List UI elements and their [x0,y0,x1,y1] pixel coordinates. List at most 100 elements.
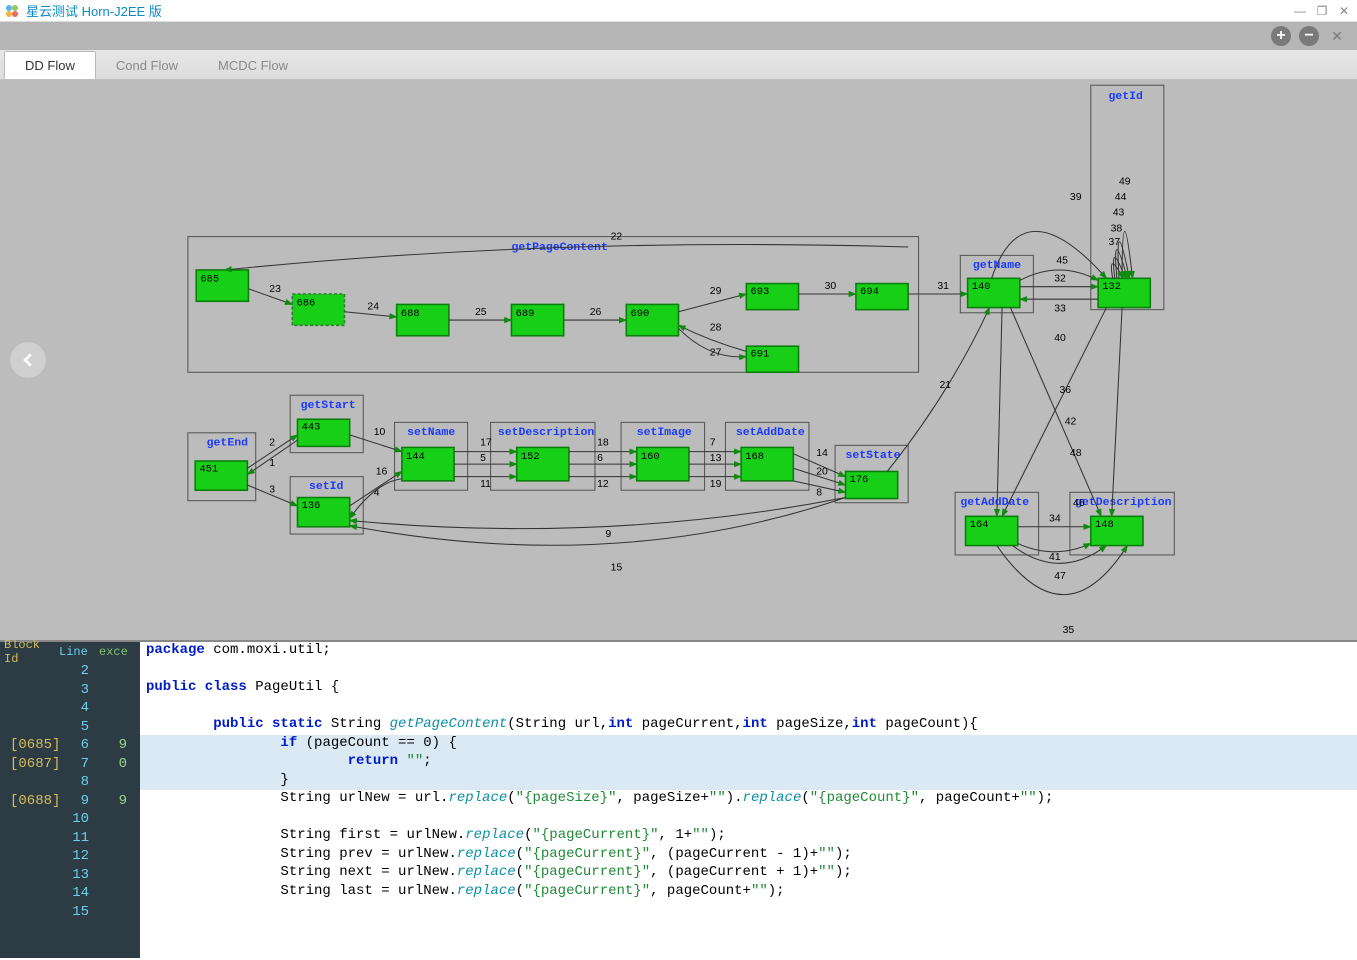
group-getstart: getStart [301,399,356,412]
node-691[interactable]: 691 [751,349,770,361]
gutter-row[interactable]: 12 [0,847,140,866]
minimize-icon[interactable]: — [1291,4,1309,18]
node-690[interactable]: 690 [630,308,649,320]
svg-text:26: 26 [590,307,602,318]
tab-mcdc-flow[interactable]: MCDC Flow [198,52,308,79]
panel-close-icon[interactable]: ✕ [1327,26,1347,46]
gutter-row[interactable]: 3 [0,681,140,700]
node-689[interactable]: 689 [516,308,535,320]
node-168[interactable]: 168 [745,451,764,463]
svg-text:3: 3 [269,484,275,495]
svg-text:45: 45 [1056,256,1068,267]
svg-text:18: 18 [597,437,609,448]
svg-text:13: 13 [710,453,722,464]
node-148[interactable]: 148 [1095,519,1114,531]
node-694[interactable]: 694 [860,286,879,298]
svg-text:48: 48 [1070,448,1082,459]
group-getdescription: getDescription [1075,496,1171,509]
gutter-header-block: Block Id [0,638,55,666]
gutter-row[interactable]: 8 [0,773,140,792]
svg-text:27: 27 [710,348,722,359]
svg-text:6: 6 [597,453,603,464]
gutter-row[interactable]: 5 [0,718,140,737]
svg-text:25: 25 [475,307,487,318]
svg-text:7: 7 [710,437,716,448]
svg-text:36: 36 [1059,385,1071,396]
node-688[interactable]: 688 [401,308,420,320]
group-setimage: setImage [637,426,692,439]
node-152[interactable]: 152 [521,451,540,463]
svg-text:43: 43 [1113,208,1125,219]
diagram-canvas[interactable]: getPageContent getId getName getEnd getS… [0,80,1357,640]
svg-text:37: 37 [1109,237,1121,248]
maximize-icon[interactable]: ❐ [1313,4,1331,18]
node-132[interactable]: 132 [1102,281,1121,293]
node-685[interactable]: 685 [200,273,219,285]
svg-text:23: 23 [269,284,281,295]
svg-text:19: 19 [710,479,722,490]
svg-text:15: 15 [611,563,623,574]
gutter-row[interactable]: 14 [0,884,140,903]
titlebar: 星云测试 Horn-J2EE 版 — ❐ ✕ [0,0,1357,22]
tab-dd-flow[interactable]: DD Flow [4,51,96,79]
svg-text:41: 41 [1049,552,1061,563]
gutter-header-exce: exce [95,645,135,659]
window-title: 星云测试 Horn-J2EE 版 [26,1,1287,20]
svg-text:28: 28 [710,323,722,334]
svg-text:12: 12 [597,479,609,490]
svg-text:22: 22 [611,232,623,243]
node-176[interactable]: 176 [850,474,869,486]
group-getend: getEnd [207,436,248,449]
tab-cond-flow[interactable]: Cond Flow [96,52,198,79]
svg-text:38: 38 [1111,223,1123,234]
svg-text:10: 10 [374,427,386,438]
gutter-row[interactable]: [0685]69 [0,736,140,755]
svg-text:47: 47 [1054,571,1066,582]
svg-text:44: 44 [1115,192,1127,203]
svg-text:17: 17 [480,437,492,448]
svg-text:30: 30 [825,281,837,292]
gutter-row[interactable]: 10 [0,810,140,829]
code-panel: Block Id Line exce 2345[0685]69[0687]708… [0,640,1357,958]
close-icon[interactable]: ✕ [1335,4,1353,18]
toolbar: + − ✕ [0,22,1357,50]
zoom-in-button[interactable]: + [1271,26,1291,46]
svg-text:40: 40 [1054,333,1066,344]
node-164[interactable]: 164 [970,519,989,531]
group-setstate: setState [845,449,900,462]
svg-text:14: 14 [816,448,828,459]
gutter-row[interactable]: [0687]70 [0,755,140,774]
zoom-out-button[interactable]: − [1299,26,1319,46]
svg-text:8: 8 [816,487,822,498]
group-getid: getId [1109,90,1144,103]
node-686[interactable]: 686 [296,297,315,309]
gutter-row[interactable]: 15 [0,903,140,922]
gutter-row[interactable]: [0688]99 [0,792,140,811]
node-140[interactable]: 140 [972,281,991,293]
gutter-row[interactable]: 4 [0,699,140,718]
group-getadddate: getAddDate [960,496,1029,509]
code-editor[interactable]: package com.moxi.util; public class Page… [140,642,1357,958]
node-136[interactable]: 136 [302,500,321,512]
node-693[interactable]: 693 [751,286,770,298]
svg-text:9: 9 [605,529,611,540]
gutter: Block Id Line exce 2345[0685]69[0687]708… [0,642,140,958]
svg-text:32: 32 [1054,273,1066,284]
gutter-header-line: Line [55,645,95,659]
node-144[interactable]: 144 [406,451,425,463]
svg-text:20: 20 [816,467,828,478]
svg-text:24: 24 [367,302,379,313]
group-setid: setId [309,480,344,493]
svg-text:29: 29 [710,286,722,297]
group-setadddate: setAddDate [736,426,805,439]
node-443[interactable]: 443 [302,422,321,434]
svg-text:11: 11 [480,479,491,490]
svg-text:1: 1 [269,458,275,469]
svg-text:49: 49 [1119,176,1131,187]
svg-text:35: 35 [1063,625,1075,636]
svg-text:21: 21 [939,380,951,391]
node-160[interactable]: 160 [641,451,660,463]
gutter-row[interactable]: 11 [0,829,140,848]
gutter-row[interactable]: 13 [0,866,140,885]
node-451[interactable]: 451 [199,463,218,475]
